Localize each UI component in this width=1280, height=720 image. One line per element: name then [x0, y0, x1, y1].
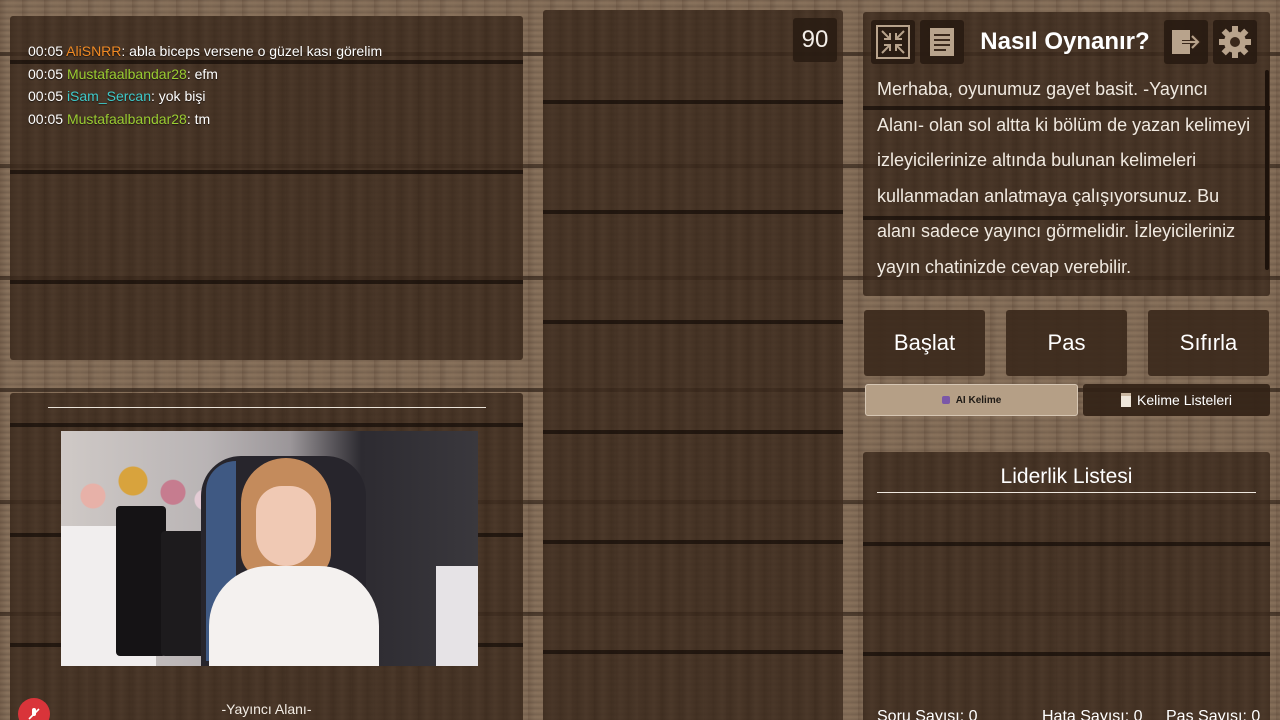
- chat-panel: 00:05 AliSNRR: abla biceps versene o güz…: [10, 16, 523, 360]
- leaderboard-divider: [877, 492, 1256, 493]
- question-count: Soru Sayısı: 0: [877, 708, 978, 720]
- document-icon[interactable]: [920, 20, 964, 64]
- streamer-divider: [48, 407, 486, 408]
- chat-time: 00:05: [28, 43, 64, 59]
- gear-icon[interactable]: [1213, 20, 1257, 64]
- tab-word-lists[interactable]: Kelime Listeleri: [1083, 384, 1270, 416]
- word-panel: [543, 10, 843, 720]
- chat-text: : tm: [186, 110, 211, 127]
- chat-time: 00:05: [28, 65, 64, 82]
- collapse-icon[interactable]: [871, 20, 915, 64]
- chat-text: : yok bişi: [150, 88, 206, 104]
- chat-time: 00:05: [28, 110, 64, 127]
- streamer-area-label: -Yayıncı Alanı-: [221, 701, 312, 717]
- reset-button[interactable]: Sıfırla: [1148, 310, 1269, 376]
- tab-ai-word-label: AI Kelime: [955, 394, 1002, 406]
- webcam-video: [61, 431, 478, 666]
- leaderboard-panel: Liderlik Listesi: [863, 452, 1270, 720]
- robot-icon: [941, 396, 950, 404]
- chat-username: Mustafaalbandar28: [66, 65, 187, 82]
- notepad-icon: [1121, 393, 1132, 407]
- timer: 90: [793, 18, 837, 62]
- how-to-play-title: Nasıl Oynanır?: [980, 28, 1150, 55]
- chat-text: : abla biceps versene o güzel kası görel…: [121, 43, 383, 59]
- chat-message: 00:05 Mustafaalbandar28: efm: [28, 63, 382, 86]
- chat-message: 00:05 Mustafaalbandar28: tm: [28, 108, 382, 131]
- how-to-play-text: Merhaba, oyunumuz gayet basit. -Yayıncı …: [877, 79, 1251, 277]
- how-to-play-scrollbar[interactable]: [1265, 70, 1269, 270]
- tab-word-lists-label: Kelime Listeleri: [1137, 392, 1232, 408]
- exit-icon[interactable]: [1164, 20, 1208, 64]
- tab-ai-word[interactable]: AI Kelime: [865, 384, 1078, 416]
- chat-time: 00:05: [28, 88, 64, 104]
- chat-username: AliSNRR: [66, 43, 122, 59]
- chat-message: 00:05 iSam_Sercan: yok bişi: [28, 85, 382, 108]
- chat-username: iSam_Sercan: [66, 88, 151, 104]
- chat-message: 00:05 AliSNRR: abla biceps versene o güz…: [28, 40, 382, 63]
- error-count: Hata Sayısı: 0: [1042, 708, 1143, 720]
- chat-username: Mustafaalbandar28: [66, 110, 187, 127]
- chat-message-list: 00:05 AliSNRR: abla biceps versene o güz…: [28, 40, 382, 130]
- streamer-area-panel: -Yayıncı Alanı-: [10, 393, 523, 720]
- pass-count: Pas Sayısı: 0: [1166, 708, 1261, 720]
- leaderboard-title: Liderlik Listesi: [1000, 465, 1133, 488]
- chat-text: : efm: [186, 65, 218, 82]
- pass-button[interactable]: Pas: [1006, 310, 1127, 376]
- start-button[interactable]: Başlat: [864, 310, 985, 376]
